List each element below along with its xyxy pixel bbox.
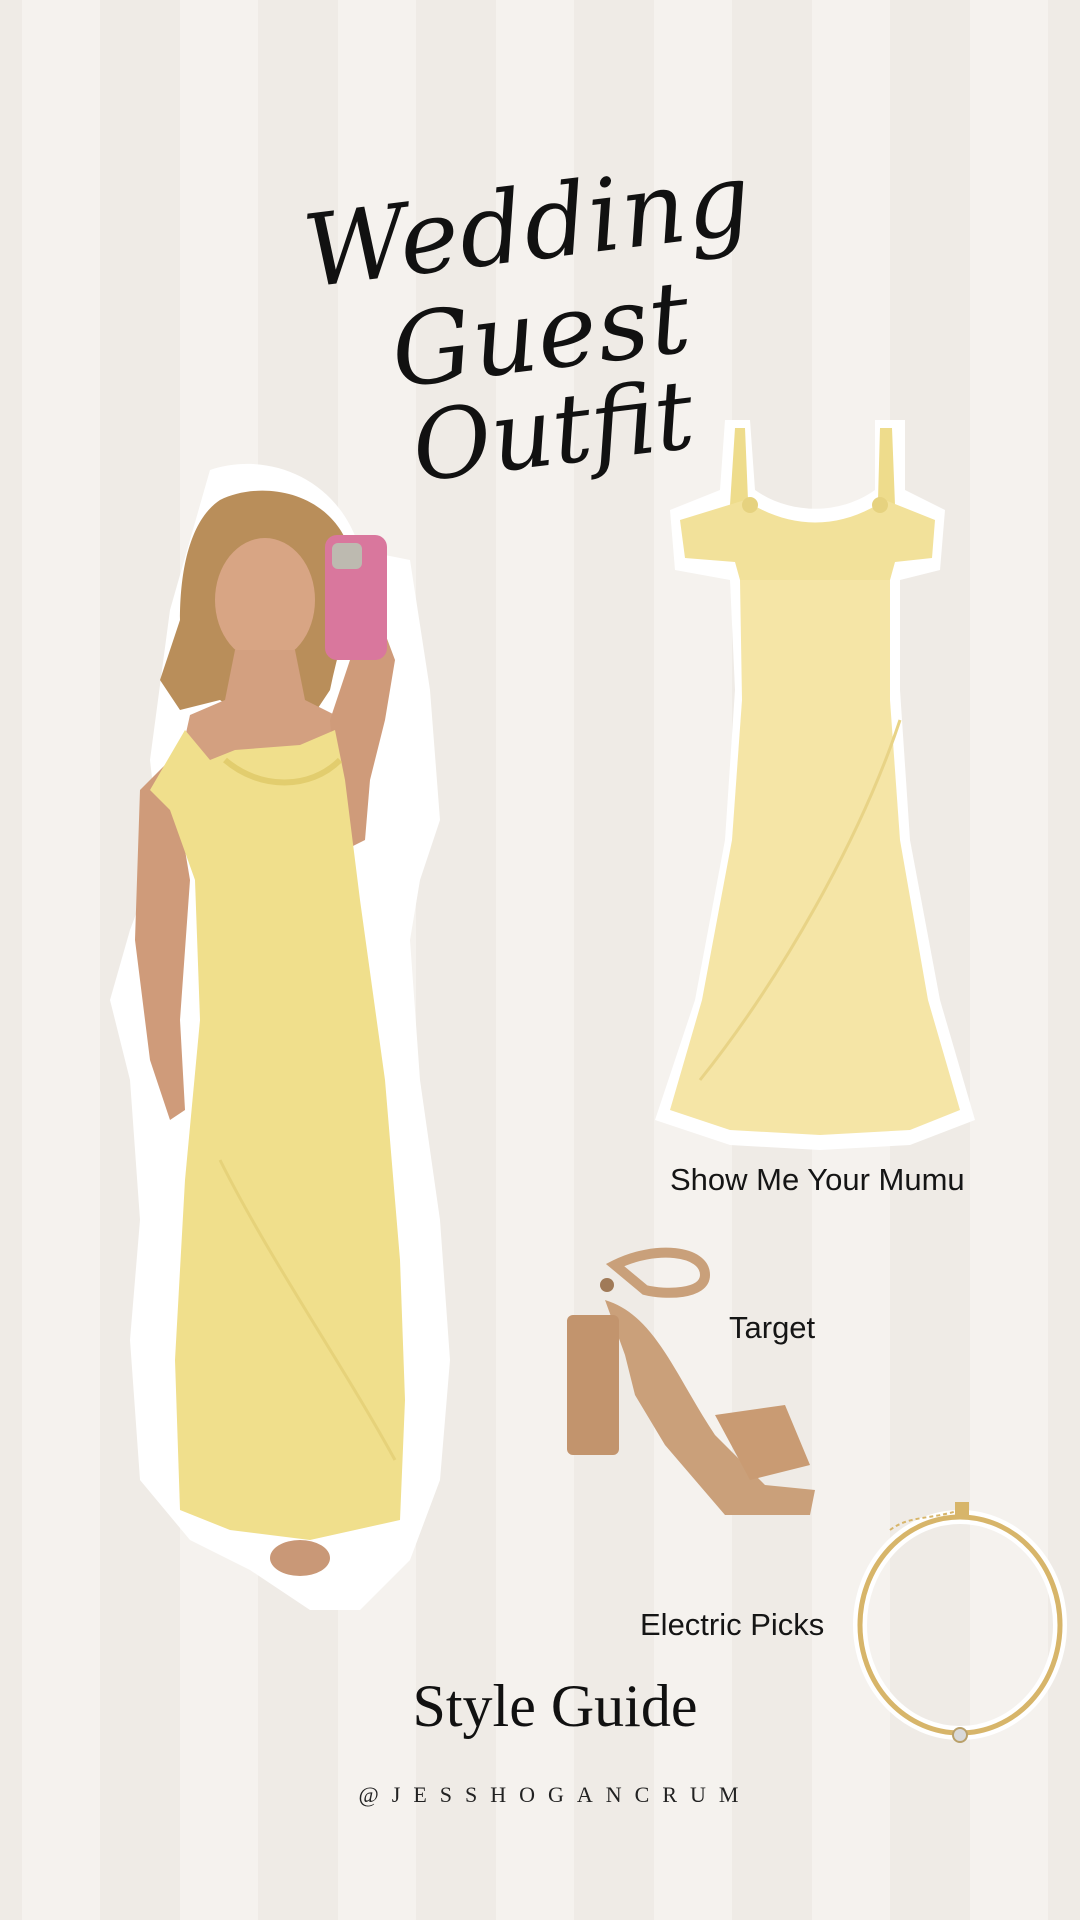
style-guide-heading: Style Guide [412, 1673, 698, 1739]
creator-handle: @JESSHOGANCRUM [358, 1782, 752, 1807]
shoes-brand-label: Target [729, 1310, 816, 1345]
mirror-selfie-photo [110, 463, 450, 1611]
story-canvas: Wedding Guest Outfit Show Me Your Mumu T… [0, 0, 1080, 1920]
dress-brand-label: Show Me Your Mumu [670, 1162, 965, 1197]
necklace-brand-label: Electric Picks [640, 1607, 825, 1642]
tan-heel-sandal [567, 1247, 815, 1515]
yellow-slip-dress [655, 420, 975, 1150]
